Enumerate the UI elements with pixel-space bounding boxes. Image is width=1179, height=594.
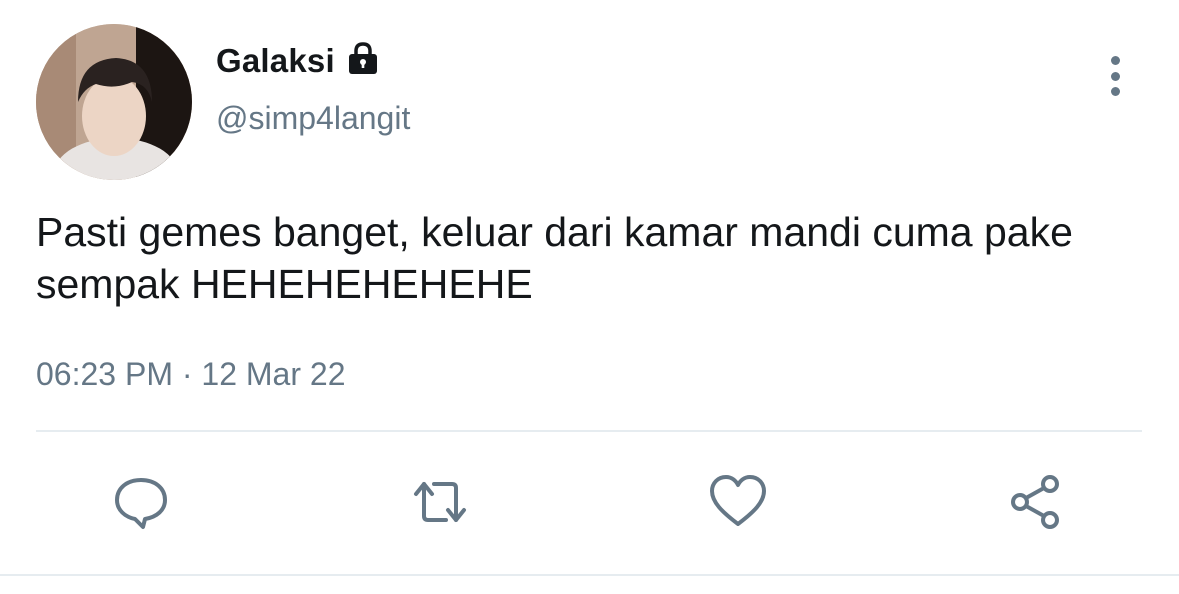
- like-button[interactable]: [706, 470, 770, 534]
- tweet-time: 06:23 PM: [36, 356, 173, 392]
- avatar[interactable]: [36, 24, 192, 180]
- user-handle[interactable]: @simp4langit: [216, 100, 410, 137]
- divider: [36, 430, 1142, 432]
- lock-icon: [345, 40, 381, 76]
- reply-bubble-icon: [115, 478, 167, 529]
- more-options-button[interactable]: [1098, 52, 1132, 100]
- heart-icon: [710, 475, 766, 526]
- share-icon: [1011, 475, 1059, 529]
- display-name[interactable]: Galaksi: [216, 42, 335, 80]
- action-bar: [0, 470, 1179, 534]
- tweet-timestamp[interactable]: 06:23 PM · 12 Mar 22: [36, 356, 345, 393]
- tweet-date: 12 Mar 22: [201, 356, 346, 392]
- tweet-text: Pasti gemes banget, keluar dari kamar ma…: [36, 209, 1073, 307]
- tweet-card: Galaksi @simp4langit Pasti gemes banget,…: [0, 0, 1179, 594]
- share-button[interactable]: [1004, 470, 1068, 534]
- meta-separator: ·: [181, 356, 193, 392]
- vertical-dots-icon: [1110, 56, 1120, 65]
- bottom-divider: [0, 574, 1179, 576]
- display-name-row: Galaksi: [216, 42, 381, 80]
- retweet-icon: [414, 482, 466, 522]
- retweet-button[interactable]: [408, 470, 472, 534]
- reply-button[interactable]: [109, 470, 173, 534]
